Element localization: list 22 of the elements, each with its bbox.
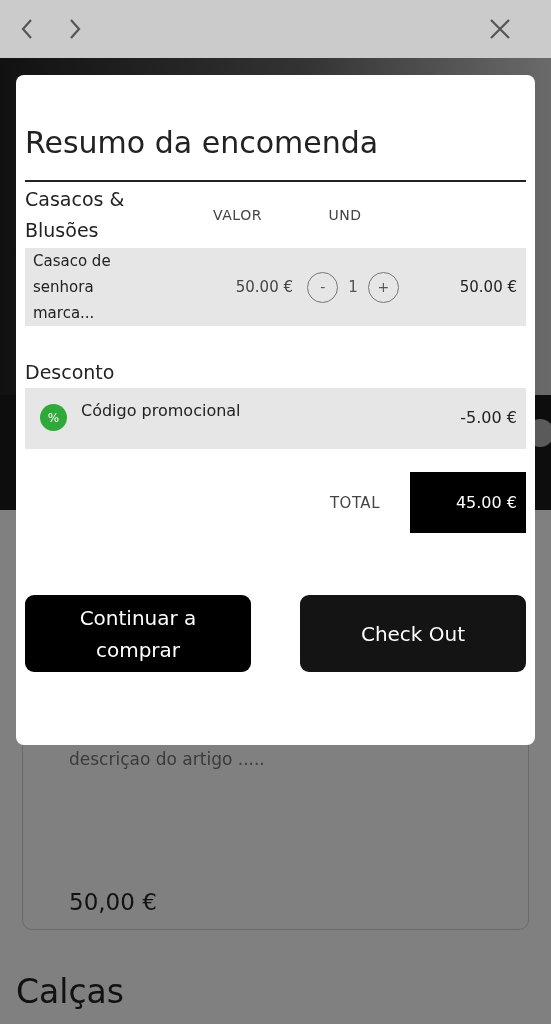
close-icon[interactable]	[489, 18, 511, 40]
product-description: descriçao do artigo .....	[69, 749, 265, 769]
product-price: 50,00 €	[69, 889, 157, 915]
column-header: UND	[327, 207, 363, 223]
back-icon[interactable]	[20, 17, 34, 41]
item-subtotal: 50.00 €	[458, 278, 517, 296]
checkout-button[interactable]: Check Out	[300, 595, 526, 672]
discount-amount: -5.00 €	[460, 408, 517, 427]
section-title: Calças	[16, 972, 125, 1011]
category-title: Casacos & Blusões	[25, 187, 126, 243]
forward-icon[interactable]	[68, 17, 82, 41]
continue-shopping-button[interactable]: Continuar a comprar	[25, 595, 251, 672]
total-label: TOTAL	[329, 493, 380, 512]
discount-name: Código promocional	[81, 401, 242, 420]
column-header: VALOR	[212, 207, 263, 223]
item-name: Casaco de senhora marca...	[33, 251, 112, 324]
percent-badge: %	[40, 404, 67, 431]
discount-title: Desconto	[25, 360, 116, 385]
total-value: 45.00 €	[410, 472, 526, 533]
quantity: 1	[348, 278, 358, 296]
dialog-title: Resumo da encomenda	[25, 125, 380, 160]
item-price: 50.00 €	[234, 278, 293, 296]
